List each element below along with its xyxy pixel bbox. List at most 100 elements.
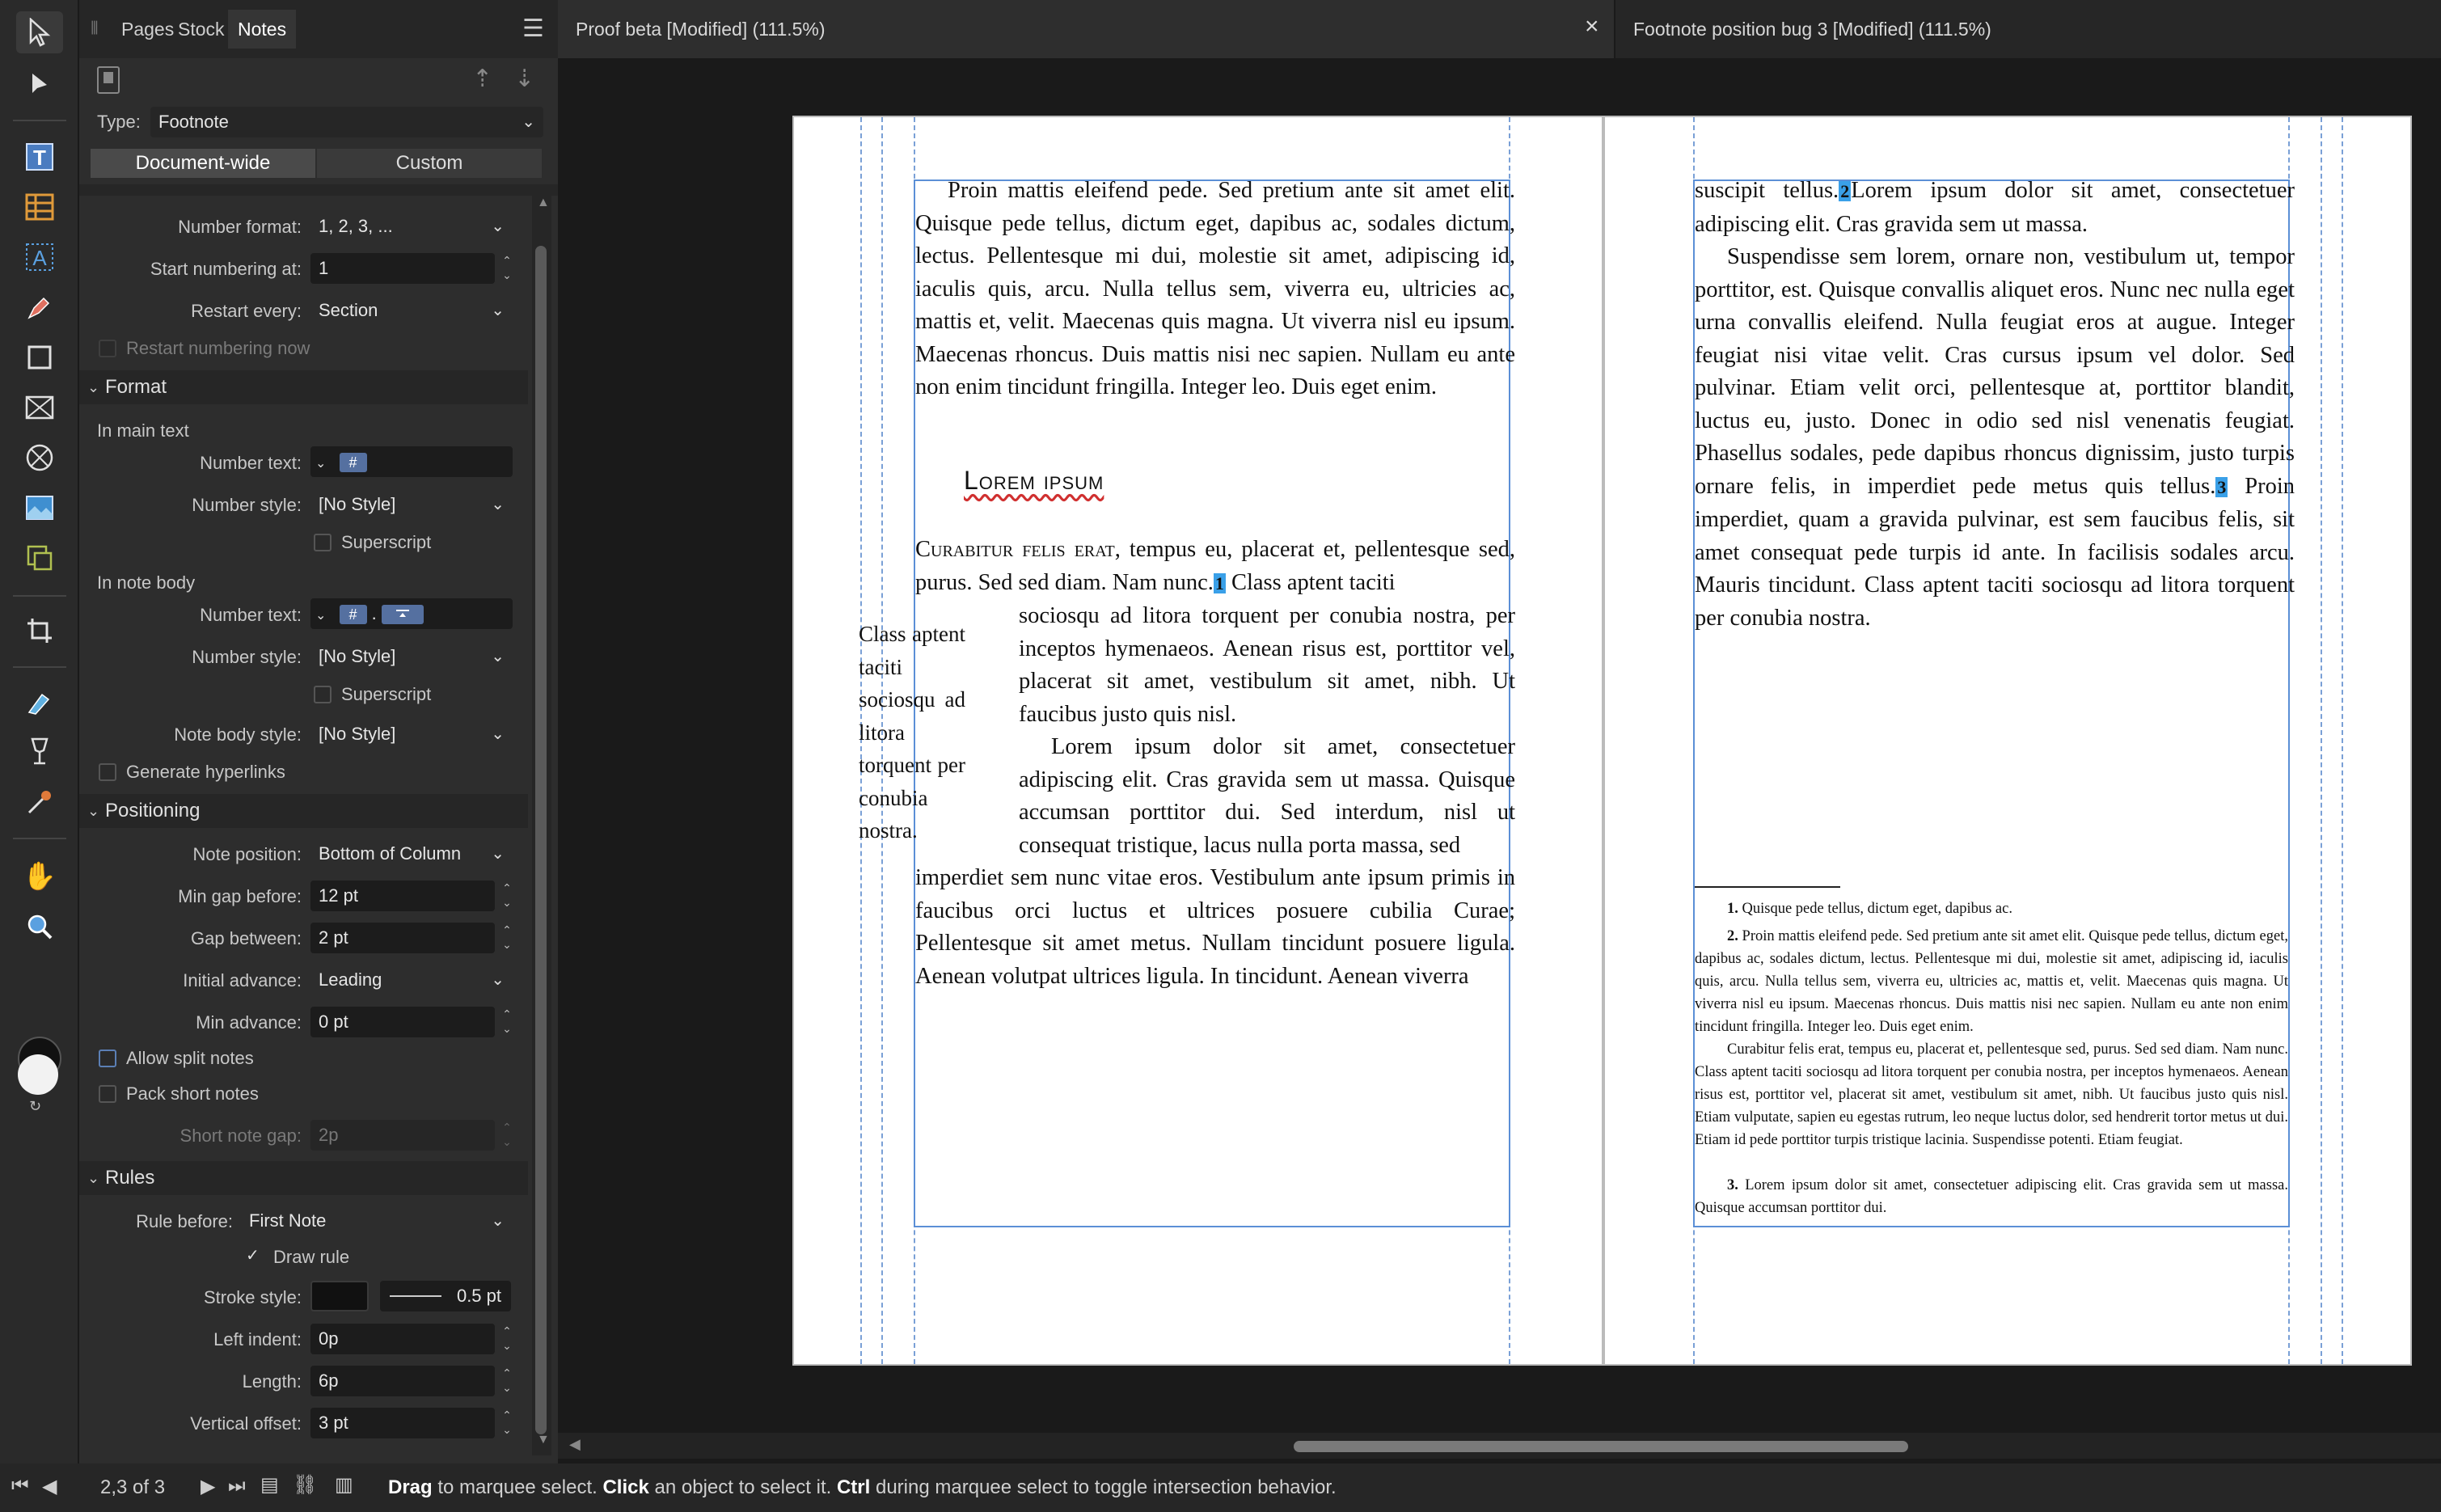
restart-every-label: Restart every:: [191, 301, 302, 321]
draw-rule-checkbox[interactable]: ✓: [246, 1245, 260, 1265]
rule-before-dropdown[interactable]: First Note ⌄: [241, 1206, 513, 1236]
pinning-tool-icon[interactable]: [16, 537, 63, 579]
vertical-offset-stepper[interactable]: ⌃ ⌄: [498, 1408, 516, 1438]
main-superscript-checkbox[interactable]: [314, 534, 332, 551]
left-indent-stepper[interactable]: ⌃ ⌄: [498, 1324, 516, 1354]
tab-proof-beta[interactable]: Proof beta [Modified] (111.5%): [558, 0, 1614, 58]
panel-menu-icon[interactable]: ☰: [522, 15, 544, 43]
move-down-icon[interactable]: ⇣: [514, 65, 534, 93]
pen-tool-icon[interactable]: [16, 286, 63, 328]
gap-between-stepper[interactable]: ⌃ ⌄: [498, 923, 516, 953]
tab-footnote-bug[interactable]: Footnote position bug 3 [Modified] (111.…: [1615, 0, 2441, 58]
number-format-dropdown[interactable]: 1, 2, 3, ... ⌄: [310, 211, 513, 242]
page-indicator[interactable]: 2,3 of 3: [100, 1476, 165, 1499]
next-page-icon[interactable]: ▶: [201, 1475, 215, 1498]
length-field[interactable]: 6p: [310, 1366, 495, 1396]
panel-scrollbar-thumb[interactable]: [535, 246, 547, 1434]
pull-quote: Class aptent taciti sociosqu ad litora t…: [859, 622, 965, 843]
picture-frame-tool-icon[interactable]: [16, 386, 63, 429]
note-number-token[interactable]: #: [339, 605, 367, 625]
tab-stock[interactable]: Stock: [168, 10, 234, 49]
fill-color-swatch[interactable]: [18, 1054, 58, 1095]
hint-ctrl: Ctrl: [836, 1476, 871, 1498]
panel-scrollbar[interactable]: ▲ ▼: [532, 194, 551, 1455]
number-token[interactable]: #: [339, 453, 367, 473]
note-number-style-value: [No Style]: [319, 646, 396, 666]
transparency-tool-icon[interactable]: [16, 731, 63, 773]
gap-between-field[interactable]: 2 pt: [310, 923, 495, 953]
rectangle-tool-icon[interactable]: [16, 336, 63, 378]
footnote-ref-3[interactable]: 3: [2215, 476, 2228, 497]
tab-document-wide[interactable]: Document-wide: [91, 149, 315, 178]
type-dropdown[interactable]: Footnote ⌄: [150, 107, 543, 137]
min-advance-field[interactable]: 0 pt: [310, 1007, 495, 1037]
min-gap-stepper[interactable]: ⌃ ⌄: [498, 881, 516, 911]
stroke-color-well[interactable]: [310, 1281, 369, 1311]
note-position-value: Bottom of Column: [319, 843, 462, 864]
generate-hyperlinks-checkbox[interactable]: [99, 763, 116, 781]
min-gap-field[interactable]: 12 pt: [310, 881, 495, 911]
note-number-text-field[interactable]: ⌄ # .: [310, 598, 513, 629]
previous-page-icon[interactable]: ◀: [42, 1475, 57, 1498]
spread-view-icon[interactable]: ▤: [260, 1473, 279, 1497]
restart-now-checkbox[interactable]: [99, 340, 116, 357]
main-number-text-field[interactable]: ⌄ #: [310, 446, 513, 477]
color-picker-tool-icon[interactable]: [16, 781, 63, 823]
tab-token[interactable]: [381, 605, 424, 625]
note-number-style-dropdown[interactable]: [No Style] ⌄: [310, 641, 513, 672]
panel-grip-icon[interactable]: ⦀: [91, 18, 99, 39]
tab-notes[interactable]: Notes: [228, 10, 297, 49]
length-stepper[interactable]: ⌃ ⌄: [498, 1366, 516, 1396]
min-advance-stepper[interactable]: ⌃ ⌄: [498, 1007, 516, 1037]
master-page-icon[interactable]: ▥: [335, 1473, 353, 1497]
table-tool-icon[interactable]: [16, 186, 63, 228]
footnote-ref-2[interactable]: 2: [1839, 181, 1852, 201]
notes-panel: ⦀ Pages Stock Notes ☰ ⇡ ⇣ Type: Footnote…: [79, 0, 558, 1463]
place-image-tool-icon[interactable]: [16, 487, 63, 529]
move-up-icon[interactable]: ⇡: [472, 65, 492, 93]
frame-text-tool-icon[interactable]: T: [16, 136, 63, 178]
note-style-icon[interactable]: [97, 66, 120, 94]
positioning-section-title: Positioning: [105, 800, 201, 821]
small-caps-lead: Curabitur felis erat,: [915, 537, 1121, 562]
first-page-icon[interactable]: ⏮: [11, 1475, 29, 1497]
initial-advance-dropdown[interactable]: Leading ⌄: [310, 965, 513, 995]
format-section-header[interactable]: ⌄ Format: [79, 370, 528, 404]
crop-tool-icon[interactable]: [16, 610, 63, 652]
svg-text:T: T: [33, 146, 46, 170]
note-body-style-dropdown[interactable]: [No Style] ⌄: [310, 719, 513, 750]
stroke-width-field[interactable]: 0.5 pt: [380, 1281, 511, 1311]
node-tool-icon[interactable]: [16, 63, 63, 105]
note-number-separator: .: [371, 603, 377, 623]
rules-section-header[interactable]: ⌄ Rules: [79, 1161, 528, 1195]
start-numbering-stepper[interactable]: ⌃ ⌄: [498, 253, 516, 284]
horizontal-scrollbar-thumb[interactable]: [1294, 1441, 1908, 1452]
last-page-icon[interactable]: ⏭: [228, 1475, 246, 1497]
allow-split-checkbox[interactable]: [99, 1050, 116, 1067]
zoom-tool-icon[interactable]: [16, 906, 63, 948]
footnote-ref-1[interactable]: 1: [1213, 572, 1226, 593]
horizontal-scrollbar[interactable]: ◀: [558, 1433, 2441, 1459]
fill-tool-icon[interactable]: [16, 681, 63, 723]
footnote-2: 2. Proin mattis eleifend pede. Sed preti…: [1695, 925, 2288, 1038]
close-tab-icon[interactable]: ×: [1585, 13, 1599, 40]
pack-short-checkbox[interactable]: [99, 1085, 116, 1103]
restart-every-dropdown[interactable]: Section ⌄: [310, 295, 513, 326]
hand-tool-icon[interactable]: ✋: [16, 855, 63, 897]
ellipse-frame-tool-icon[interactable]: [16, 437, 63, 479]
main-number-style-dropdown[interactable]: [No Style] ⌄: [310, 489, 513, 520]
move-tool-icon[interactable]: [16, 11, 63, 53]
artistic-text-tool-icon[interactable]: A: [16, 236, 63, 278]
vertical-offset-field[interactable]: 3 pt: [310, 1408, 495, 1438]
short-gap-field[interactable]: 2p: [310, 1120, 495, 1151]
note-superscript-checkbox[interactable]: [314, 686, 332, 703]
short-gap-stepper[interactable]: ⌃ ⌄: [498, 1120, 516, 1151]
swap-colors-icon[interactable]: ↻: [29, 1098, 41, 1115]
note-position-dropdown[interactable]: Bottom of Column ⌄: [310, 838, 513, 869]
positioning-section-header[interactable]: ⌄ Positioning: [79, 794, 528, 828]
left-indent-field[interactable]: 0p: [310, 1324, 495, 1354]
link-pages-icon[interactable]: ⛓: [293, 1473, 317, 1497]
scroll-left-icon[interactable]: ◀: [569, 1436, 581, 1453]
start-numbering-field[interactable]: 1: [310, 253, 495, 284]
tab-custom[interactable]: Custom: [317, 149, 542, 178]
